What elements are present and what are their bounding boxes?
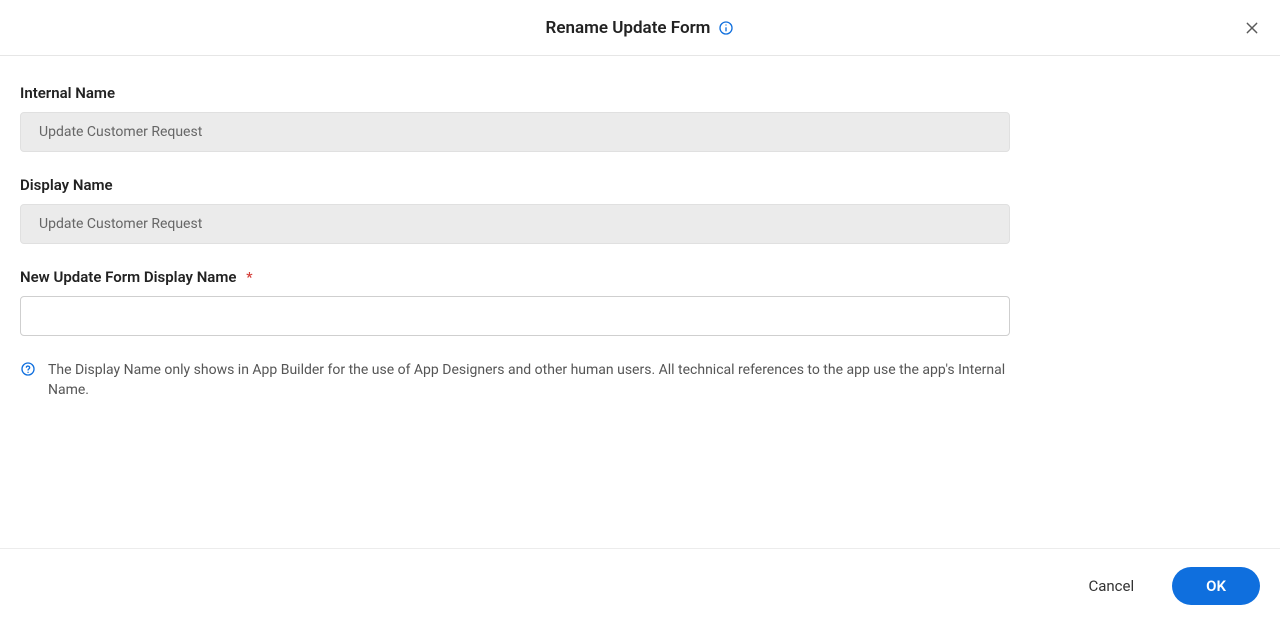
internal-name-value: Update Customer Request — [20, 112, 1010, 152]
ok-button[interactable]: OK — [1172, 567, 1260, 605]
close-icon[interactable] — [1238, 14, 1266, 42]
field-display-name: Display Name Update Customer Request — [20, 176, 1010, 244]
info-icon[interactable] — [718, 20, 734, 36]
dialog-footer: Cancel OK — [0, 548, 1280, 621]
new-display-name-label: New Update Form Display Name * — [20, 268, 1010, 286]
required-indicator: * — [246, 270, 252, 286]
dialog-content: Internal Name Update Customer Request Di… — [0, 56, 1280, 548]
new-display-name-label-text: New Update Form Display Name — [20, 268, 236, 286]
display-name-value: Update Customer Request — [20, 204, 1010, 244]
cancel-button[interactable]: Cancel — [1078, 569, 1144, 603]
new-display-name-input[interactable] — [20, 296, 1010, 336]
help-row: The Display Name only shows in App Build… — [20, 360, 1010, 401]
dialog-header: Rename Update Form — [0, 0, 1280, 56]
display-name-label: Display Name — [20, 176, 1010, 194]
field-new-display-name: New Update Form Display Name * — [20, 268, 1010, 336]
help-icon — [20, 361, 36, 377]
dialog-title: Rename Update Form — [546, 18, 711, 38]
help-text: The Display Name only shows in App Build… — [48, 360, 1010, 401]
dialog-title-wrap: Rename Update Form — [546, 18, 735, 38]
internal-name-label: Internal Name — [20, 84, 1010, 102]
field-internal-name: Internal Name Update Customer Request — [20, 84, 1010, 152]
